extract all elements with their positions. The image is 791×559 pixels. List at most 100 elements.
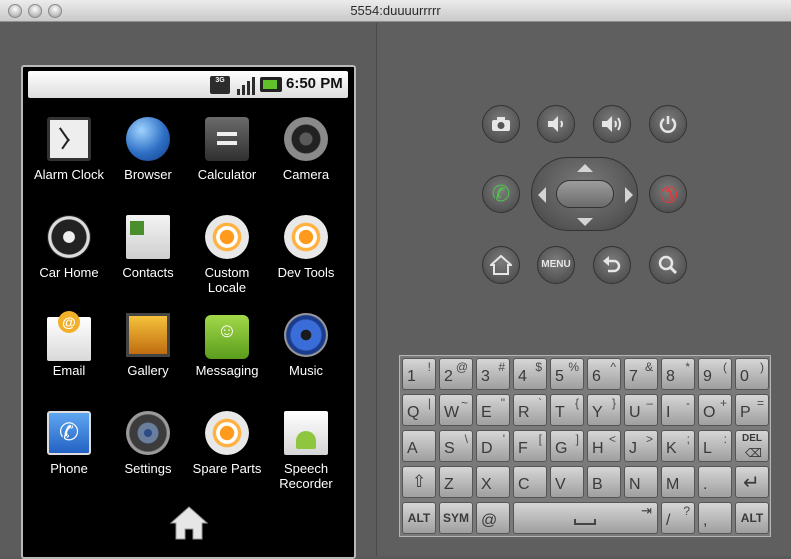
app-label: Speech Recorder — [279, 461, 333, 491]
enter-icon: ↵ — [743, 472, 760, 494]
key-k[interactable]: K; — [661, 430, 695, 462]
app-custom-locale[interactable]: Custom Locale — [187, 215, 267, 295]
app-phone[interactable]: Phone — [29, 411, 109, 476]
camera-icon — [492, 117, 510, 131]
key-y[interactable]: Y} — [587, 394, 621, 426]
search-icon — [658, 255, 678, 275]
call-icon: ✆ — [491, 181, 511, 206]
key-h[interactable]: H < — [587, 430, 621, 462]
key-0[interactable]: 0) — [735, 358, 769, 390]
menu-button[interactable]: MENU — [537, 246, 575, 284]
key-z[interactable]: Z — [439, 466, 473, 498]
app-label: Music — [289, 363, 323, 378]
dpad[interactable] — [531, 157, 638, 231]
key-1[interactable]: 1! — [402, 358, 436, 390]
key-5[interactable]: 5% — [550, 358, 584, 390]
end-call-button[interactable]: ✆ — [649, 175, 687, 213]
call-button[interactable]: ✆ — [482, 175, 520, 213]
key-v[interactable]: V — [550, 466, 584, 498]
app-label: Camera — [282, 167, 330, 182]
key-7[interactable]: 7 & — [624, 358, 658, 390]
key-q[interactable]: Q | — [402, 394, 436, 426]
app-email[interactable]: Email — [29, 311, 109, 378]
status-clock: 6:50 PM — [286, 75, 343, 92]
key-4[interactable]: 4 $ — [513, 358, 547, 390]
screen-panel: 3G 6:50 PM Alarm Clock Browser Calculato… — [0, 23, 377, 559]
key-enter[interactable]: ↵ — [735, 466, 769, 498]
search-button[interactable] — [649, 246, 687, 284]
key-i[interactable]: I- — [661, 394, 695, 426]
key-slash[interactable]: /? — [661, 502, 695, 534]
home-button[interactable] — [482, 246, 520, 284]
key-shift[interactable]: ⇧ — [402, 466, 436, 498]
shift-icon: ⇧ — [412, 472, 427, 491]
key-u[interactable]: U – — [624, 394, 658, 426]
app-label: Settings — [124, 461, 172, 476]
app-speech-recorder[interactable]: Speech Recorder — [266, 411, 346, 491]
key-l[interactable]: L: — [698, 430, 732, 462]
key-t[interactable]: T{ — [550, 394, 584, 426]
key-a[interactable]: A — [402, 430, 436, 462]
key-comma[interactable]: , — [698, 502, 732, 534]
key-3[interactable]: 3 # — [476, 358, 510, 390]
key-p[interactable]: P = — [735, 394, 769, 426]
app-label: Calculator — [197, 167, 257, 182]
volume-down-button[interactable] — [537, 105, 575, 143]
key-s[interactable]: S \ — [439, 430, 473, 462]
app-alarm-clock[interactable]: Alarm Clock — [29, 117, 109, 182]
app-browser[interactable]: Browser — [108, 117, 188, 182]
email-icon — [47, 311, 91, 361]
back-button[interactable] — [593, 246, 631, 284]
key-e[interactable]: E " — [476, 394, 510, 426]
key-alt-right[interactable]: ALT — [735, 502, 769, 534]
title-bar: 5554:duuuurrrrr — [0, 0, 791, 22]
power-button[interactable] — [649, 105, 687, 143]
volume-up-button[interactable] — [593, 105, 631, 143]
key-g[interactable]: G] — [550, 430, 584, 462]
app-settings[interactable]: Settings — [108, 411, 188, 476]
menu-label: MENU — [541, 259, 571, 270]
key-b[interactable]: B — [587, 466, 621, 498]
app-gallery[interactable]: Gallery — [108, 313, 188, 378]
camera-button[interactable] — [482, 105, 520, 143]
key-sym[interactable]: SYM — [439, 502, 473, 534]
volume-up-icon — [602, 116, 621, 132]
key-alt-left[interactable]: ALT — [402, 502, 436, 534]
app-contacts[interactable]: Contacts — [108, 215, 188, 280]
gear-icon — [205, 411, 249, 455]
signal-strength-icon — [235, 75, 255, 95]
app-messaging[interactable]: Messaging — [187, 313, 267, 378]
app-car-home[interactable]: Car Home — [29, 215, 109, 280]
volume-down-icon — [548, 116, 563, 132]
music-icon — [284, 313, 328, 357]
key-period[interactable]: . — [698, 466, 732, 498]
home-icon[interactable] — [169, 505, 209, 541]
key-9[interactable]: 9( — [698, 358, 732, 390]
messaging-icon — [205, 315, 249, 359]
key-r[interactable]: R ` — [513, 394, 547, 426]
key-w[interactable]: W ~ — [439, 394, 473, 426]
app-music[interactable]: Music — [266, 313, 346, 378]
key-del[interactable]: DEL ⌫ — [735, 430, 769, 462]
key-8[interactable]: 8 * — [661, 358, 695, 390]
key-j[interactable]: J > — [624, 430, 658, 462]
dpad-center-button[interactable] — [556, 180, 614, 208]
key-f[interactable]: F[ — [513, 430, 547, 462]
key-2[interactable]: 2 @ — [439, 358, 473, 390]
key-x[interactable]: X — [476, 466, 510, 498]
gear-icon — [284, 215, 328, 259]
key-d[interactable]: D ' — [476, 430, 510, 462]
key-at[interactable]: @ — [476, 502, 510, 534]
key-n[interactable]: N — [624, 466, 658, 498]
backspace-icon: ⌫ — [745, 446, 762, 460]
settings-icon — [126, 411, 170, 455]
key-m[interactable]: M — [661, 466, 695, 498]
key-o[interactable]: O + — [698, 394, 732, 426]
app-camera[interactable]: Camera — [266, 117, 346, 182]
app-calculator[interactable]: Calculator — [187, 117, 267, 182]
key-space[interactable]: ⇥ — [513, 502, 658, 534]
key-c[interactable]: C — [513, 466, 547, 498]
app-spare-parts[interactable]: Spare Parts — [187, 411, 267, 476]
key-6[interactable]: 6 ^ — [587, 358, 621, 390]
app-dev-tools[interactable]: Dev Tools — [266, 215, 346, 280]
